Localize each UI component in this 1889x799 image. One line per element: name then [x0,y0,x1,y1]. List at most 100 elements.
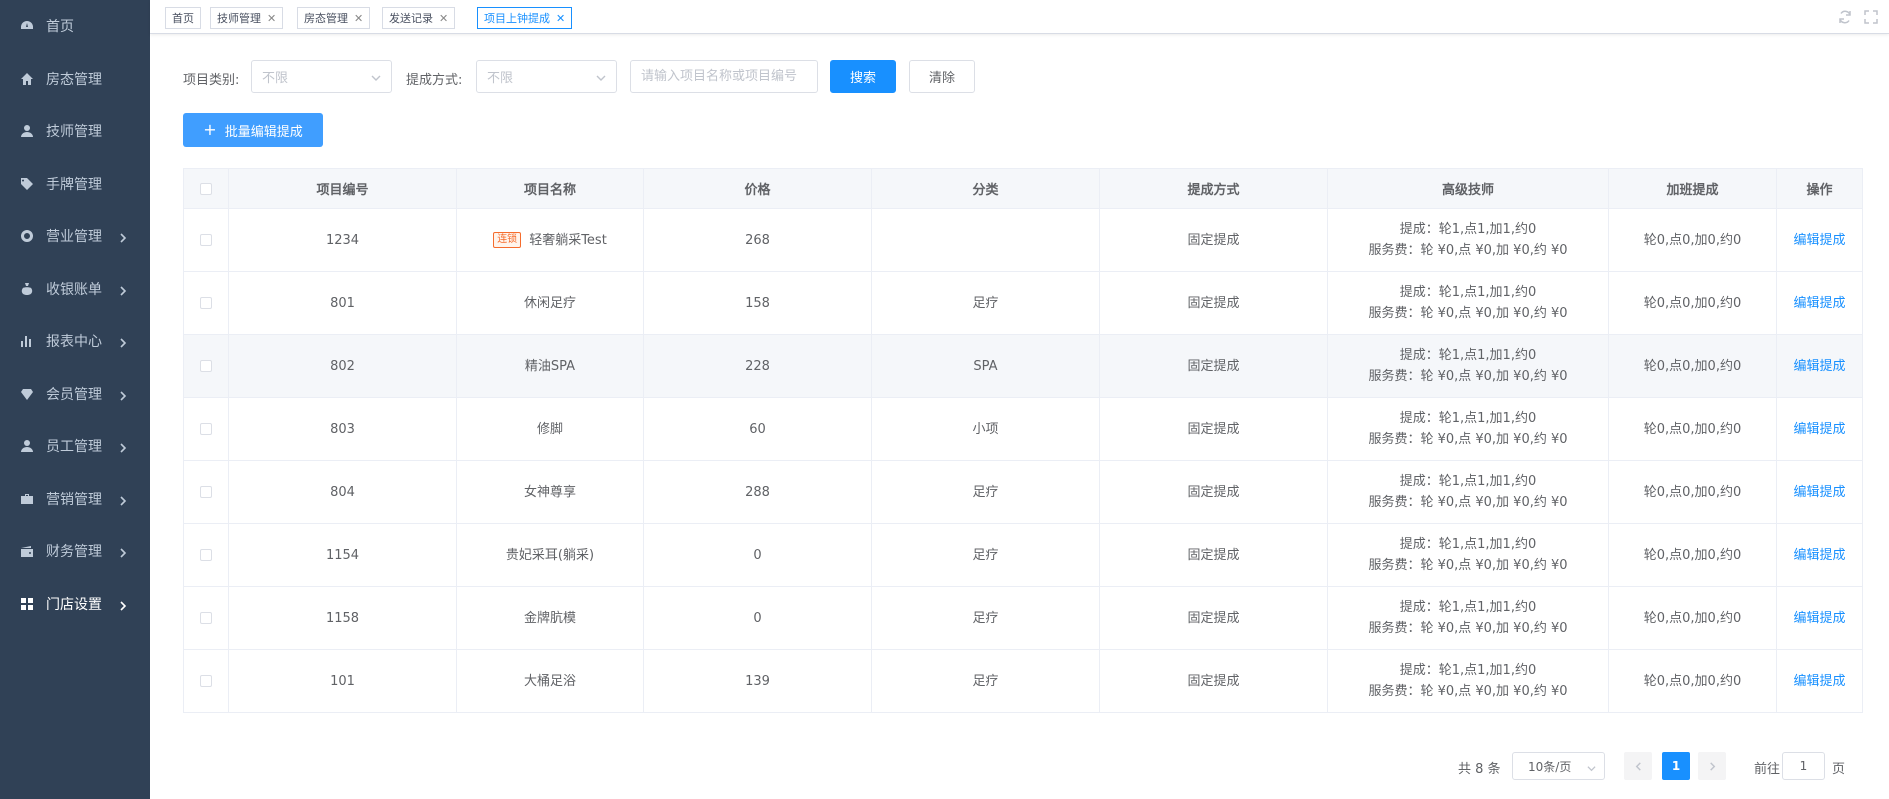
close-icon[interactable]: ✕ [439,12,448,25]
tab-2[interactable]: 房态管理 ✕ [297,7,371,29]
cell-method: 固定提成 [1099,586,1328,650]
sidebar-item-4[interactable]: 营业管理 [0,210,150,263]
sidebar-item-9[interactable]: 营销管理 [0,473,150,526]
sidebar-item-7[interactable]: 会员管理 [0,368,150,421]
sidebar-item-3[interactable]: 手牌管理 [0,158,150,211]
column-header: 价格 [643,168,872,209]
fullscreen-icon[interactable] [1863,9,1879,25]
search-input[interactable] [630,60,818,93]
cell-overtime: 轮0,点0,加0,约0 [1608,460,1777,524]
page-number-1[interactable]: 1 [1662,752,1690,780]
pagination: 共 8 条 10条/页 1 前往 页 [0,752,1889,780]
cell-id: 1234 [228,208,457,272]
edit-commission-link[interactable]: 编辑提成 [1793,611,1845,626]
sidebar-item-11[interactable]: 门店设置 [0,578,150,631]
close-icon[interactable]: ✕ [267,12,276,25]
select-all-checkbox[interactable] [200,182,212,195]
table-row: 1154 贵妃采耳(躺采) 0 足疗 固定提成 提成：轮1,点1,加1,约0 服务费：轮 ¥… [183,523,1863,587]
clear-button[interactable]: 清除 [909,60,975,93]
edit-commission-link[interactable]: 编辑提成 [1793,422,1845,437]
table-row: 803 修脚 60 小项 固定提成 提成：轮1,点1,加1,约0 服务费：轮 ¥0,点 ¥0… [183,397,1863,461]
senior-service-fee: 服务费：轮 ¥0,点 ¥0,加 ¥0,约 ¥0 [1368,369,1568,384]
cell-method: 固定提成 [1099,523,1328,587]
close-icon[interactable]: ✕ [556,12,565,25]
cell-price: 268 [643,208,872,272]
page-size-select[interactable]: 10条/页 [1512,752,1605,780]
sidebar-item-5[interactable]: 收银账单 [0,263,150,316]
user-icon [20,124,34,138]
cell-id: 803 [228,397,457,461]
item-name: 女神尊享 [523,484,576,500]
row-checkbox[interactable] [200,423,212,435]
column-header: 加班提成 [1608,168,1777,209]
edit-commission-link[interactable]: 编辑提成 [1793,296,1845,311]
tab-1[interactable]: 技师管理 ✕ [210,7,284,29]
category-select[interactable]: 不限 [251,60,392,93]
row-checkbox[interactable] [200,549,212,561]
sidebar-item-10[interactable]: 财务管理 [0,525,150,578]
chevron-down-icon [1587,762,1596,772]
cell-action: 编辑提成 [1776,208,1863,272]
row-checkbox[interactable] [200,360,212,372]
cell-price: 158 [643,271,872,335]
close-icon[interactable]: ✕ [354,12,363,25]
method-select-value: 不限 [487,71,514,86]
edit-commission-link[interactable]: 编辑提成 [1793,674,1845,689]
search-button[interactable]: 搜索 [830,60,896,93]
cell-name: 休闲足疗 [456,271,644,335]
table-row: 804 女神尊享 288 足疗 固定提成 提成：轮1,点1,加1,约0 服务费：轮 ¥0,点… [183,460,1863,524]
sidebar-item-0[interactable]: 首页 [0,0,150,53]
select-all-header [183,168,229,209]
cell-senior: 提成：轮1,点1,加1,约0 服务费：轮 ¥0,点 ¥0,加 ¥0,约 ¥0 [1327,334,1609,398]
chevron-right-icon [118,494,128,506]
tab-label: 技师管理 [217,12,261,25]
grid-icon [20,597,34,611]
tab-4[interactable]: 项目上钟提成 ✕ [477,7,573,29]
senior-service-fee: 服务费：轮 ¥0,点 ¥0,加 ¥0,约 ¥0 [1368,306,1568,321]
prev-page-button[interactable] [1624,752,1652,780]
money-bag-icon [20,282,34,296]
goto-page-input[interactable] [1782,752,1825,780]
tag-icon [20,177,34,191]
sidebar-item-8[interactable]: 员工管理 [0,420,150,473]
filter-bar: 项目类别: 不限 提成方式: 不限 搜索 清除 [183,60,1883,94]
row-checkbox[interactable] [200,675,212,687]
refresh-icon[interactable] [1837,9,1853,25]
row-checkbox[interactable] [200,297,212,309]
cell-name: 精油SPA [456,334,644,398]
wallet-icon [20,544,34,558]
row-checkbox[interactable] [200,234,212,246]
chain-tag: 连锁 [493,232,522,248]
cell-overtime: 轮0,点0,加0,约0 [1608,649,1777,713]
row-select-cell [183,460,229,524]
edit-commission-link[interactable]: 编辑提成 [1793,485,1845,500]
tab-0[interactable]: 首页 [165,7,201,29]
pagination-total: 共 8 条 [1458,762,1501,777]
cell-id: 802 [228,334,457,398]
next-page-button[interactable] [1698,752,1726,780]
row-checkbox[interactable] [200,486,212,498]
chevron-right-icon [118,284,128,296]
tab-3[interactable]: 发送记录 ✕ [382,7,456,29]
row-checkbox[interactable] [200,612,212,624]
method-select[interactable]: 不限 [476,60,617,93]
tab-label: 发送记录 [389,12,433,25]
edit-commission-link[interactable]: 编辑提成 [1793,359,1845,374]
sidebar-item-label: 营销管理 [46,491,102,508]
cell-action: 编辑提成 [1776,334,1863,398]
sidebar-item-2[interactable]: 技师管理 [0,105,150,158]
edit-commission-link[interactable]: 编辑提成 [1793,548,1845,563]
senior-commission: 提成：轮1,点1,加1,约0 [1399,600,1537,615]
batch-edit-commission-button[interactable]: + 批量编辑提成 [183,113,323,147]
edit-commission-link[interactable]: 编辑提成 [1793,233,1845,248]
cell-method: 固定提成 [1099,334,1328,398]
sidebar-item-6[interactable]: 报表中心 [0,315,150,368]
dashboard-icon [20,19,34,33]
cell-action: 编辑提成 [1776,523,1863,587]
table-row: 1158 金牌肮模 0 足疗 固定提成 提成：轮1,点1,加1,约0 服务费：轮 ¥0,点 … [183,586,1863,650]
row-select-cell [183,334,229,398]
sidebar-item-1[interactable]: 房态管理 [0,53,150,106]
sidebar-item-label: 手牌管理 [46,176,102,193]
item-name: 轻奢躺采Test [529,232,607,248]
sidebar-item-label: 报表中心 [46,334,102,351]
